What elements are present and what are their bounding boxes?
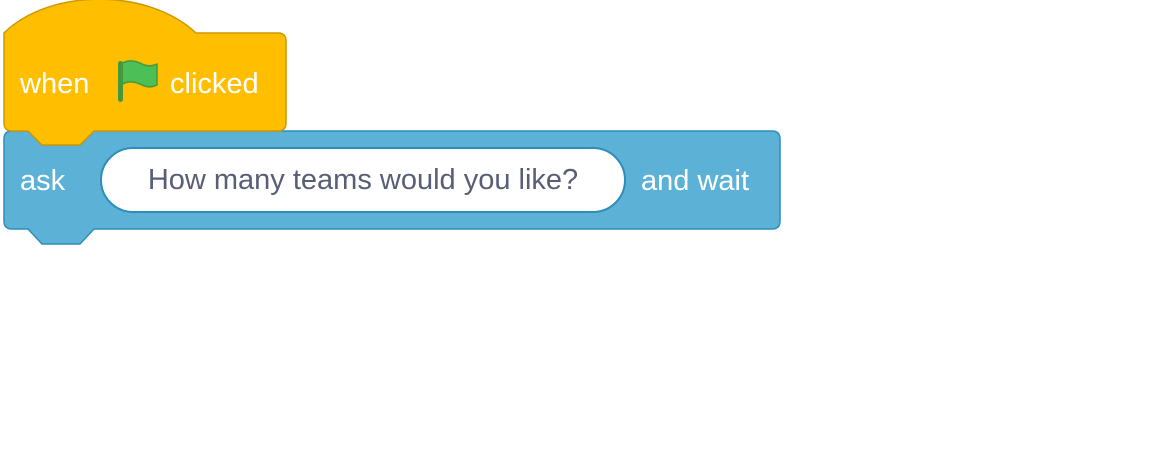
ask-label: ask [20, 165, 66, 197]
green-flag-icon [118, 60, 158, 102]
and-wait-label: and wait [641, 165, 750, 197]
clicked-label: clicked [170, 68, 259, 100]
script-canvas: when clicked ask How many teams would yo… [0, 0, 1161, 474]
question-input[interactable]: How many teams would you like? [100, 147, 626, 213]
when-label: when [20, 68, 90, 100]
